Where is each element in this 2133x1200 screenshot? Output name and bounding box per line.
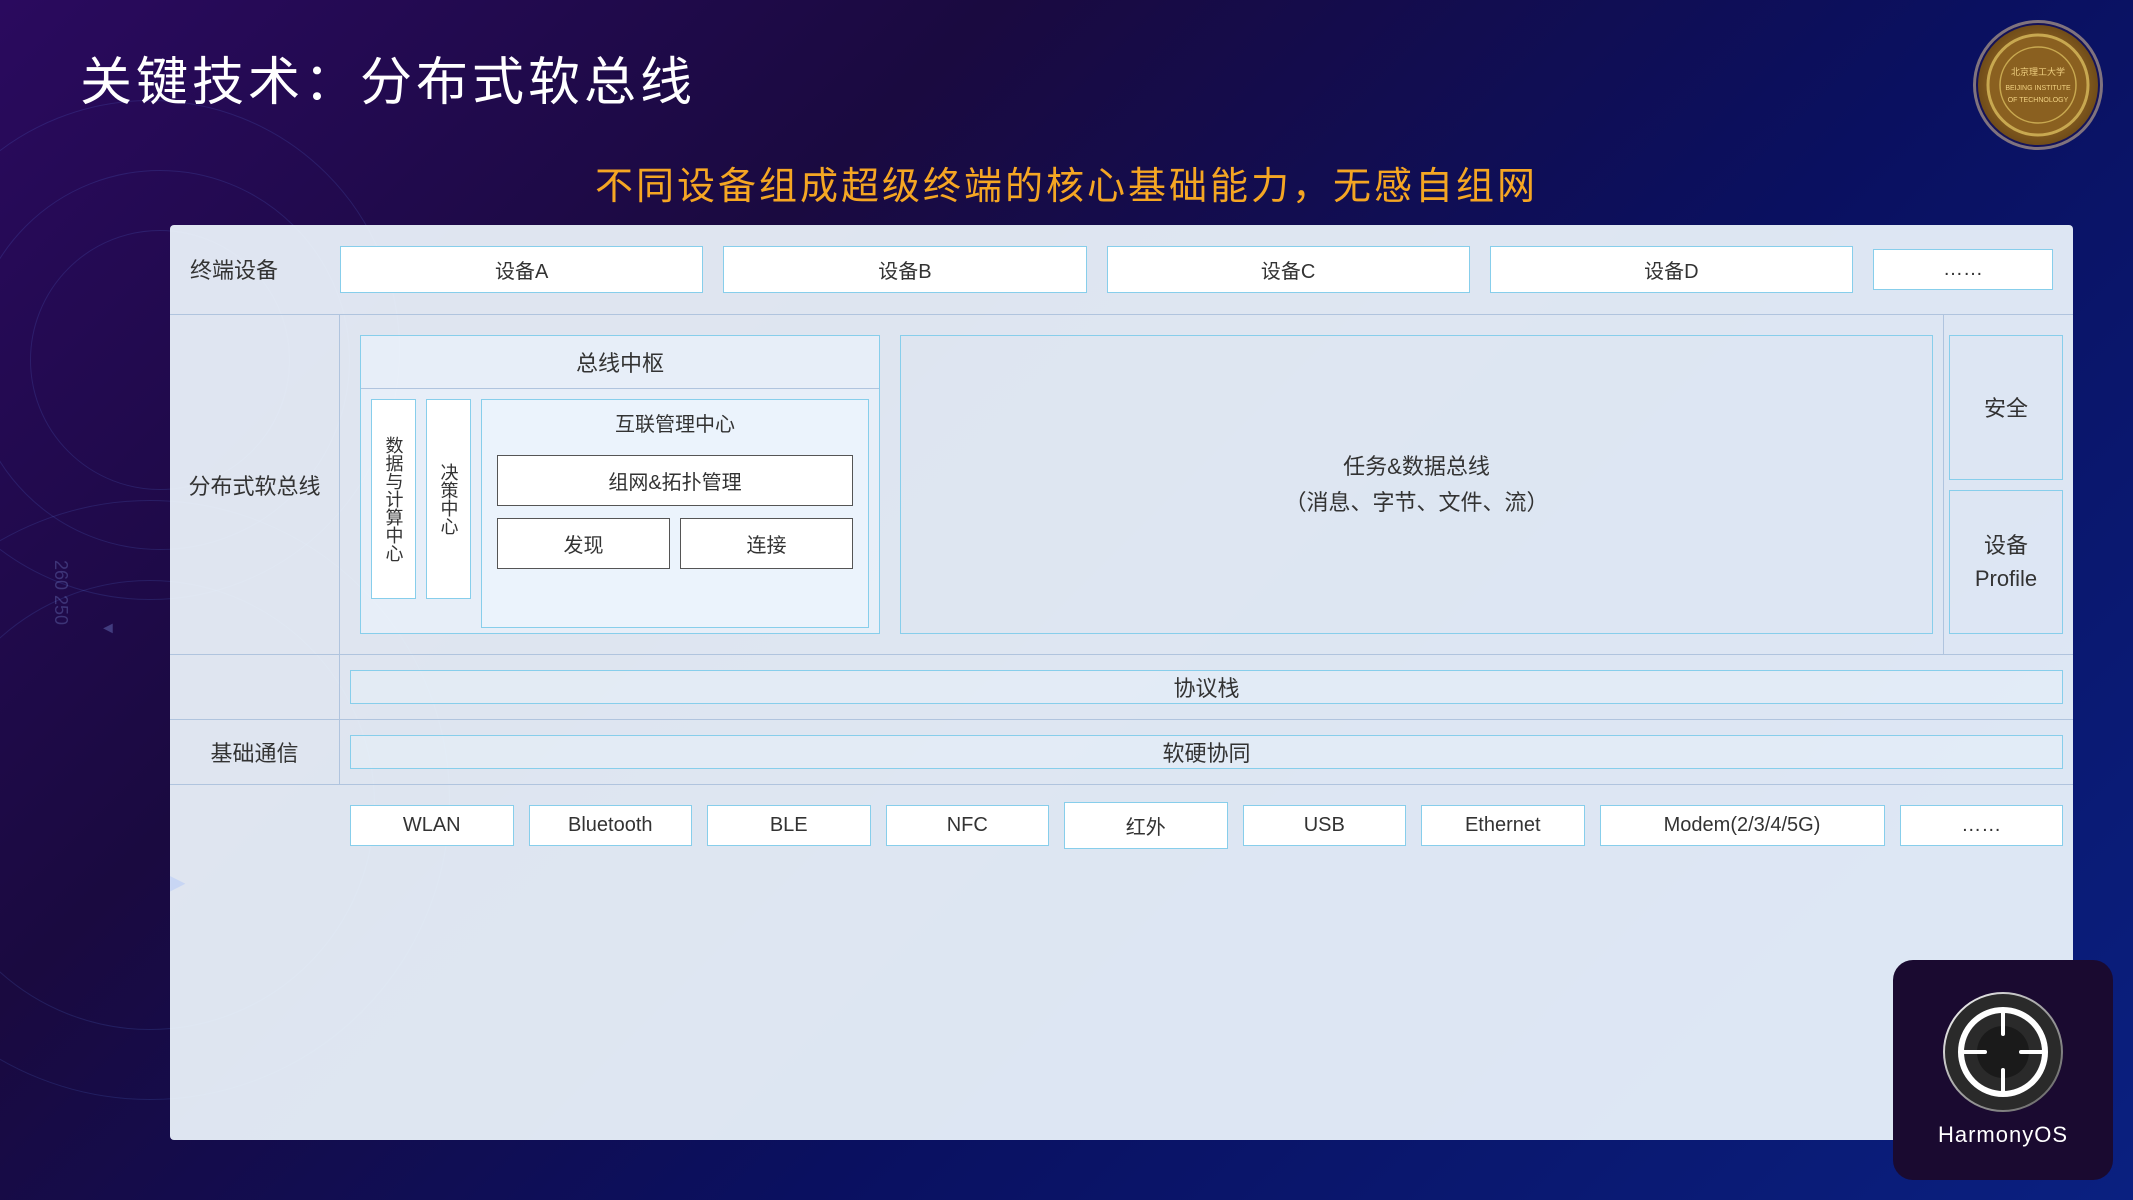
profile-box: 设备Profile [1949, 490, 2063, 635]
svg-text:OF TECHNOLOGY: OF TECHNOLOGY [2008, 97, 2069, 104]
device-b: 设备B [723, 246, 1086, 293]
harmonyos-brand-text: HarmonyOS [1938, 1122, 2068, 1148]
tech-modem: Modem(2/3/4/5G) [1600, 805, 1885, 846]
discover-connect-row: 发现 连接 [497, 518, 853, 569]
task-data-bus: 任务&数据总线 （消息、字节、文件、流） [900, 335, 1933, 634]
tech-nfc: NFC [886, 805, 1050, 846]
tech-infrared: 红外 [1064, 802, 1228, 849]
tech-more: …… [1900, 805, 2064, 846]
hw-coord-row: 基础通信 软硬协同 [170, 720, 2073, 785]
connect-btn: 连接 [680, 518, 853, 569]
security-box: 安全 [1949, 335, 2063, 480]
decision-center: 决策中心 [426, 399, 471, 599]
tech-wlan: WLAN [350, 805, 514, 846]
svg-text:BEIJING INSTITUTE: BEIJING INSTITUTE [2005, 85, 2071, 92]
protocol-label-empty [170, 655, 340, 719]
discover-btn: 发现 [497, 518, 670, 569]
harmony-circle-icon [1943, 992, 2063, 1112]
page-title: 关键技术：分布式软总线 [80, 40, 696, 115]
protocol-row: 协议栈 [170, 655, 2073, 720]
bus-hub-title: 总线中枢 [361, 336, 879, 389]
device-c: 设备C [1107, 246, 1470, 293]
bus-hub: 总线中枢 数据与计算中心 决策中心 互联管理中心 [360, 335, 880, 634]
main-diagram: 终端设备 设备A 设备B 设备C 设备D …… 分布式软总线 总线中枢 数据与计… [170, 225, 2073, 1140]
basic-comm-label: 基础通信 [170, 720, 340, 784]
device-a: 设备A [340, 246, 703, 293]
logo-image: 北京理工大学 BEIJING INSTITUTE OF TECHNOLOGY [1978, 25, 2098, 145]
tech-row: WLAN Bluetooth BLE NFC 红外 USB Ethernet M… [170, 785, 2073, 865]
tech-ble: BLE [707, 805, 871, 846]
hw-coord-box: 软硬协同 [350, 735, 2063, 769]
task-data-title: 任务&数据总线 （消息、字节、文件、流） [1284, 449, 1548, 519]
distributed-label: 分布式软总线 [170, 315, 340, 654]
gauge-numbers: 260 250 [50, 560, 71, 625]
devices-row: 终端设备 设备A 设备B 设备C 设备D …… [170, 225, 2073, 315]
data-compute-center: 数据与计算中心 [371, 399, 416, 599]
terminal-label: 终端设备 [190, 253, 278, 285]
subtitle: 不同设备组成超级终端的核心基础能力，无感自组网 [0, 155, 2133, 210]
tech-bluetooth: Bluetooth [529, 805, 693, 846]
device-dots: …… [1873, 249, 2053, 290]
tech-usb: USB [1243, 805, 1407, 846]
right-column: 安全 设备Profile [1943, 315, 2073, 654]
tech-ethernet: Ethernet [1421, 805, 1585, 846]
interconnect-title: 互联管理中心 [482, 400, 868, 445]
gauge-arrow: ◄ [100, 620, 116, 638]
device-d: 设备D [1490, 246, 1853, 293]
middle-section: 分布式软总线 总线中枢 数据与计算中心 决策中心 [170, 315, 2073, 655]
diagram-inner: 终端设备 设备A 设备B 设备C 设备D …… 分布式软总线 总线中枢 数据与计… [170, 225, 2073, 1140]
gauge-arrow-down: ▶ [170, 870, 185, 895]
harmonyos-logo: HarmonyOS [1893, 960, 2113, 1180]
svg-text:北京理工大学: 北京理工大学 [2011, 66, 2065, 77]
school-logo: 北京理工大学 BEIJING INSTITUTE OF TECHNOLOGY [1973, 20, 2103, 150]
protocol-stack-box: 协议栈 [350, 670, 2063, 704]
network-mgmt: 组网&拓扑管理 [497, 455, 853, 506]
